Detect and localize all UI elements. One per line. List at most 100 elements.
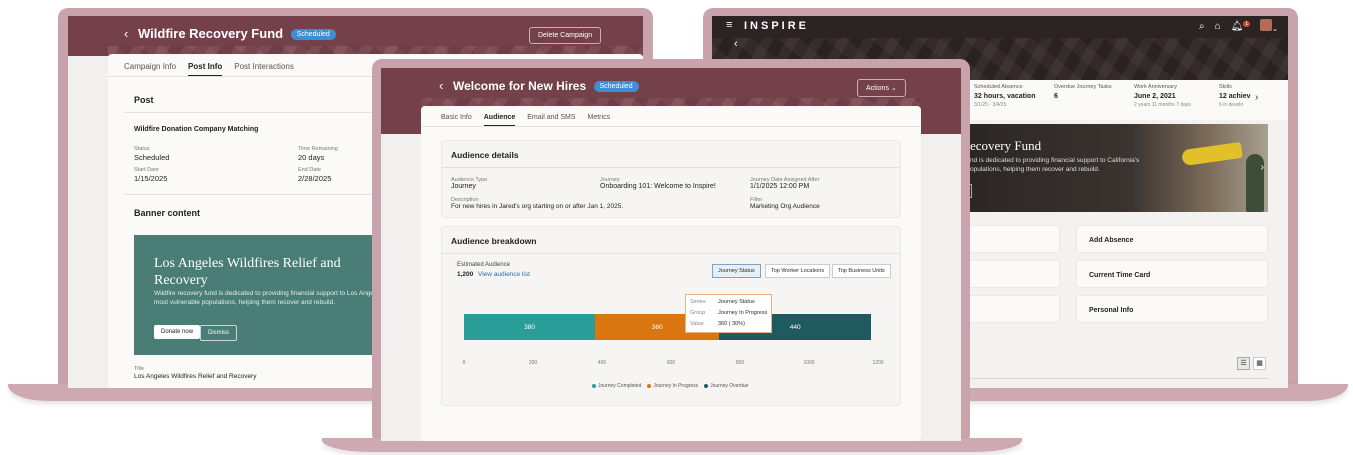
quick-action-label: Personal Info xyxy=(1089,307,1134,314)
date-assigned-value: 1/1/2025 12:00 PM xyxy=(750,183,810,190)
stat-value: 12 achiev xyxy=(1219,93,1251,100)
back-arrow-icon[interactable]: ‹ xyxy=(124,26,128,41)
tab-post-info[interactable]: Post Info xyxy=(188,62,223,77)
dismiss-button[interactable]: Dismiss xyxy=(200,325,237,341)
audience-details-heading: Audience details xyxy=(451,150,519,160)
top-worker-locations-button[interactable]: Top Worker Locations xyxy=(765,264,831,278)
campaign-tabs: Campaign Info Post Info Post Interaction… xyxy=(124,62,294,77)
estimated-audience-label: Estimated Audience xyxy=(457,262,511,268)
legend-item-overdue[interactable]: Journey Overdue xyxy=(704,383,748,389)
top-business-units-button[interactable]: Top Business Units xyxy=(832,264,891,278)
end-date-value: 2/28/2025 xyxy=(298,174,332,183)
legend-item-in-progress[interactable]: Journey In Progress xyxy=(647,383,698,389)
avatar-image xyxy=(1260,19,1273,31)
chart-legend: Journey Completed Journey In Progress Jo… xyxy=(592,383,748,389)
donate-now-button[interactable]: Donate now xyxy=(154,325,201,339)
description-value: For new hires in Jared's org starting on… xyxy=(451,203,624,210)
avatar[interactable]: ⌄ xyxy=(1260,19,1278,34)
audience-breakdown-panel: Audience breakdown Estimated Audience 1,… xyxy=(441,226,901,406)
quick-action-left-1[interactable] xyxy=(962,225,1060,253)
legend-label: Journey Overdue xyxy=(710,383,749,389)
quick-action-personal-info[interactable]: Personal Info xyxy=(1076,295,1268,323)
campaign-title-text: Wildfire Recovery Fund xyxy=(138,26,284,41)
quick-action-current-time-card[interactable]: Current Time Card xyxy=(1076,260,1268,288)
journey-card: Basic Info Audience Email and SMS Metric… xyxy=(421,106,921,441)
stat-label: Overdue Journey Tasks xyxy=(1054,84,1112,90)
stat-sub: 2 years 11 months 7 days xyxy=(1134,102,1191,108)
x-tick: 800 xyxy=(735,360,745,366)
quick-action-left-3[interactable] xyxy=(962,295,1060,323)
hero-banner: ecovery Fund nd is dedicated to providin… xyxy=(962,124,1268,212)
hero-next-icon[interactable]: › xyxy=(1261,162,1264,173)
notification-count: 1 xyxy=(1243,21,1251,27)
app-logo: INSPIRE xyxy=(744,20,810,32)
stat-work-anniversary[interactable]: Work Anniversary June 2, 2021 2 years 11… xyxy=(1134,84,1191,108)
x-tick: 1000 xyxy=(803,360,815,366)
audience-type-value: Journey xyxy=(451,183,476,190)
hero-text: nd is dedicated to providing financial s… xyxy=(970,157,1140,173)
details-divider xyxy=(442,167,900,168)
tabs-divider xyxy=(421,126,921,127)
legend-dot xyxy=(647,383,652,388)
stat-value: June 2, 2021 xyxy=(1134,93,1176,100)
stat-scheduled-absence[interactable]: Scheduled Absence 32 hours, vacation 3/1… xyxy=(974,84,1035,108)
journey-value: Onboarding 101: Welcome to Inspire! xyxy=(600,183,716,190)
quick-action-add-absence[interactable]: Add Absence xyxy=(1076,225,1268,253)
legend-label: Journey Completed xyxy=(598,383,642,389)
banner-preview: Los Angeles Wildfires Relief and Recover… xyxy=(134,235,384,355)
banner-text: Wildfire recovery fund is dedicated to p… xyxy=(154,290,384,306)
table-header-line xyxy=(962,378,1268,379)
hero-title: ecovery Fund xyxy=(970,138,1042,153)
bar-label-completed: 380 xyxy=(524,323,535,331)
x-tick: 600 xyxy=(666,360,676,366)
home-icon[interactable]: ⌂ xyxy=(1215,21,1221,32)
bar-segment-completed[interactable]: 380 xyxy=(464,314,596,340)
stat-sub: 3/1/25 - 3/4/25 xyxy=(974,102,1007,108)
tooltip-key: Group xyxy=(690,310,706,316)
list-view-icon[interactable]: ☰ xyxy=(1237,357,1250,370)
stat-label: Work Anniversary xyxy=(1134,84,1177,90)
stats-next-icon[interactable]: › xyxy=(1255,92,1258,103)
campaign-title: Wildfire Recovery Fund Scheduled xyxy=(138,26,336,41)
estimated-audience-value: 1,200 xyxy=(457,271,474,278)
start-date-label: Start Date xyxy=(134,167,159,173)
back-arrow-icon[interactable]: ‹ xyxy=(439,78,443,93)
legend-dot xyxy=(592,383,596,388)
time-remaining-value: 20 days xyxy=(298,153,325,162)
campaign-header: ‹ Wildfire Recovery Fund Scheduled Delet… xyxy=(68,16,643,58)
stat-overdue-tasks[interactable]: Overdue Journey Tasks 6 xyxy=(1054,84,1112,100)
top-icons: ⌕ ⌂ 🔔︎ 1 ⌄ xyxy=(1199,19,1278,34)
legend-label: Journey In Progress xyxy=(653,383,699,389)
audience-details-panel: Audience details Audience Type Journey J… xyxy=(441,140,901,218)
stat-sub: 6 in develo xyxy=(1219,102,1244,108)
center-laptop-screen: ‹ Welcome for New Hires Scheduled Action… xyxy=(381,68,961,441)
chart-tooltip: Series Journey Status Group Journey In Pro… xyxy=(685,294,773,333)
view-audience-link[interactable]: View audience list xyxy=(478,271,530,278)
quick-action-label: Current Time Card xyxy=(1089,272,1151,279)
quick-action-left-2[interactable] xyxy=(962,260,1060,288)
tooltip-value: 360 ( 30%) xyxy=(718,321,745,327)
stat-skills[interactable]: Skills 12 achiev 6 in develo xyxy=(1219,84,1251,108)
banner-title: Los Angeles Wildfires Relief and Recover… xyxy=(154,256,341,288)
grid-view-icon[interactable]: ▦ xyxy=(1253,357,1266,370)
x-tick: 200 xyxy=(528,360,538,366)
delete-campaign-button[interactable]: Delete Campaign xyxy=(529,27,602,44)
menu-icon[interactable]: ≡ xyxy=(726,19,732,31)
legend-item-completed[interactable]: Journey Completed xyxy=(592,383,641,389)
tooltip-key: Series xyxy=(690,299,706,305)
tooltip-key: Value xyxy=(690,321,704,327)
end-date-label: End Date xyxy=(298,167,321,173)
tooltip-value: Journey Status xyxy=(718,299,755,305)
bell-icon[interactable]: 🔔︎ 1 xyxy=(1231,21,1251,32)
bar-label-in-progress: 360 xyxy=(651,323,663,331)
status-label: Status xyxy=(134,146,150,152)
tab-post-interactions[interactable]: Post Interactions xyxy=(234,62,294,77)
airplane-icon xyxy=(1181,141,1243,167)
status-value: Scheduled xyxy=(134,153,170,162)
search-icon[interactable]: ⌕ xyxy=(1199,21,1205,32)
actions-button[interactable]: Actions ⌄ xyxy=(857,79,906,97)
tab-campaign-info[interactable]: Campaign Info xyxy=(124,62,176,77)
home-back-icon[interactable]: ‹ xyxy=(734,38,738,50)
journey-status-button[interactable]: Journey Status xyxy=(712,264,761,278)
x-tick: 0 xyxy=(462,360,466,366)
